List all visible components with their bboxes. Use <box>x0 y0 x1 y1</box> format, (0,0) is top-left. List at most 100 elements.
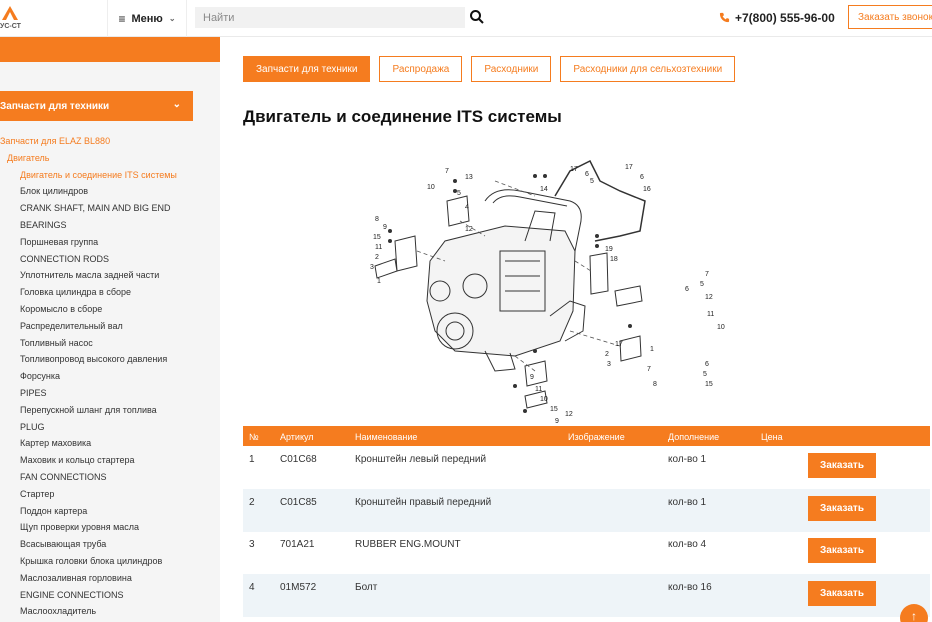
order-button[interactable]: Заказать <box>808 538 876 563</box>
sidebar-item[interactable]: Распределительный вал <box>0 318 210 335</box>
chevron-down-icon: ⌄ <box>168 14 176 23</box>
order-button[interactable]: Заказать <box>808 453 876 478</box>
diagram-callout: 11 <box>707 311 714 318</box>
table-cell-name: Кронштейн правый передний <box>355 496 492 508</box>
table-header-cell: Изображение <box>568 432 625 442</box>
arrow-up-icon: ↑ <box>911 609 917 622</box>
sidebar-item[interactable]: Двигатель и соединение ITS системы <box>0 167 210 184</box>
table-cell-sku: 01M572 <box>280 581 317 593</box>
diagram-callout: 18 <box>610 256 618 263</box>
tab-2[interactable]: Расходники <box>471 56 552 82</box>
sidebar-item[interactable]: Маховик и кольцо стартера <box>0 452 210 469</box>
sidebar-item[interactable]: Стартер <box>0 486 210 503</box>
table-cell-name: Болт <box>355 581 378 593</box>
menu-button[interactable]: ≡ Меню ⌄ <box>107 0 187 37</box>
sidebar-item[interactable]: Маслозаливная горловина <box>0 570 210 587</box>
diagram-callout: 19 <box>605 246 613 253</box>
diagram-callout: 9 <box>555 418 559 425</box>
diagram-callout: 3 <box>607 361 611 368</box>
sidebar-item[interactable]: CRANK SHAFT, MAIN AND BIG END <box>0 200 210 217</box>
diagram-callout: 9 <box>530 374 534 381</box>
sidebar-item[interactable]: Крышка головки блока цилиндров <box>0 553 210 570</box>
diagram-callout: 9 <box>383 224 387 231</box>
tab-0[interactable]: Запчасти для техники <box>243 56 371 82</box>
table-row: 2 C01C85 Кронштейн правый передний кол-во 1… <box>243 488 930 532</box>
sidebar-item[interactable]: Топливный насос <box>0 335 210 352</box>
table-cell-num: 4 <box>249 581 255 593</box>
table-header-cell: № <box>249 432 259 442</box>
sidebar-item[interactable]: BEARINGS <box>0 217 210 234</box>
sidebar-item[interactable]: Картер маховика <box>0 435 210 452</box>
sidebar-item[interactable]: Маслоохладитель <box>0 603 210 620</box>
sidebar-item[interactable]: CONNECTION RODS <box>0 251 210 268</box>
diagram-callout: 3 <box>370 264 374 271</box>
callback-button[interactable]: Заказать звонок <box>848 5 932 29</box>
logo-mark-icon <box>2 6 18 20</box>
table-cell-sku: 701A21 <box>280 539 315 550</box>
diagram-callout: 1 <box>377 278 381 285</box>
sidebar-item[interactable]: Блок цилиндров <box>0 183 210 200</box>
diagram-callout: 15 <box>705 381 713 388</box>
phone-number: +7(800) 555-96-00 <box>735 10 835 25</box>
parts-table-header: № Артикул Наименование Изображение Дополнени… <box>243 426 930 446</box>
table-header-cell: Артикул <box>280 432 314 442</box>
tab-3[interactable]: Расходники для сельхозтехники <box>560 56 736 82</box>
diagram-callout: 10 <box>427 184 435 191</box>
sidebar-item[interactable]: Головка цилиндра в сборе <box>0 284 210 301</box>
sidebar-item[interactable]: Всасывающая труба <box>0 536 210 553</box>
diagram-callout: 7 <box>705 271 709 278</box>
top-header: УС-СТ ≡ Меню ⌄ +7(800) 555-96-00 Заказат… <box>0 0 932 37</box>
sidebar-item[interactable]: Запчасти для ELAZ BL880 <box>0 133 210 150</box>
diagram-callout: 14 <box>540 186 548 193</box>
category-header-label: Запчасти для техники <box>0 100 110 112</box>
tab-1[interactable]: Распродажа <box>379 56 463 82</box>
sidebar-item[interactable]: PIPES <box>0 385 210 402</box>
sidebar-item[interactable]: Поршневая группа <box>0 234 210 251</box>
table-cell-num: 1 <box>249 454 255 465</box>
sidebar-item[interactable]: PLUG <box>0 419 210 436</box>
order-button[interactable]: Заказать <box>808 495 876 521</box>
diagram-callout: 5 <box>700 281 704 288</box>
diagram-callout: 11 <box>375 244 382 251</box>
table-cell-num: 2 <box>249 496 255 508</box>
category-header[interactable]: Запчасти для техники ⌄ <box>0 91 193 121</box>
diagram-callout: 10 <box>717 324 725 331</box>
sidebar-item[interactable]: Уплотнитель масла задней части <box>0 267 210 284</box>
sidebar-item[interactable]: Перепускной шланг для топлива <box>0 402 210 419</box>
diagram-callout: 2 <box>375 254 379 261</box>
table-row: 4 01M572 Болт кол-во 16 Заказать <box>243 573 930 617</box>
sidebar-item[interactable]: ENGINE CONNECTIONS <box>0 587 210 604</box>
site-logo[interactable]: УС-СТ <box>0 4 22 32</box>
diagram-callout: 8 <box>653 381 657 388</box>
diagram-callout: 5 <box>457 190 461 197</box>
table-cell-num: 3 <box>249 539 255 550</box>
diagram-callout: 6 <box>585 171 589 178</box>
sidebar-item[interactable]: Поддон картера <box>0 503 210 520</box>
sidebar-item[interactable]: FAN CONNECTIONS <box>0 469 210 486</box>
sidebar-item[interactable]: Топливопровод высокого давления <box>0 351 210 368</box>
logo-text: УС-СТ <box>0 23 21 30</box>
order-button[interactable]: Заказать <box>808 580 876 606</box>
sidebar-item[interactable]: Форсунка <box>0 368 210 385</box>
search-input[interactable] <box>195 7 465 28</box>
table-header-cell: Наименование <box>355 432 418 442</box>
diagram-callout: 15 <box>550 406 558 413</box>
diagram-callout: 6 <box>705 361 709 368</box>
diagram-callout: 5 <box>590 178 594 185</box>
section-tabs: Запчасти для техники Распродажа Расходники… <box>243 56 736 82</box>
table-cell-sku: C01C68 <box>280 454 317 465</box>
diagram-callout: 2 <box>605 351 609 358</box>
diagram-callout: 4 <box>465 204 469 211</box>
table-cell-name: RUBBER ENG.MOUNT <box>355 539 461 550</box>
table-header-cell: Цена <box>761 432 783 442</box>
diagram-callout: 13 <box>465 174 473 181</box>
menu-label: Меню <box>131 12 163 25</box>
phone-link[interactable]: +7(800) 555-96-00 <box>719 0 835 35</box>
sidebar-top-bar <box>0 37 220 62</box>
sidebar-item[interactable]: Коромысло в сборе <box>0 301 210 318</box>
sidebar-item[interactable]: Двигатель <box>0 150 210 167</box>
search-icon[interactable] <box>469 9 485 25</box>
main-content: Запчасти для техники Распродажа Расходники… <box>225 37 932 622</box>
sidebar-item[interactable]: Щуп проверки уровня масла <box>0 519 210 536</box>
diagram-callout: 1 <box>650 346 654 353</box>
